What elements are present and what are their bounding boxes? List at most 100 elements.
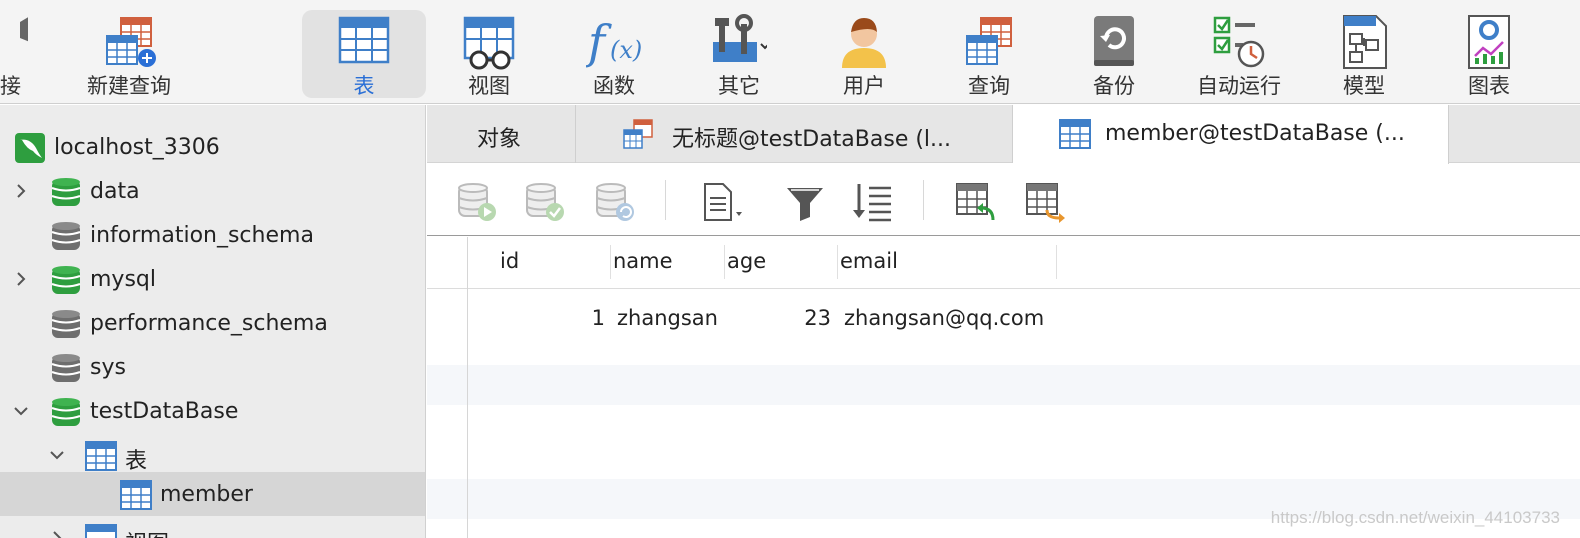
user-button[interactable]: 用户 (802, 10, 926, 98)
auto-run-button[interactable]: 自动运行 (1177, 10, 1301, 98)
tree-item-database[interactable]: data (0, 169, 425, 213)
filter-icon (787, 188, 823, 221)
user-icon (836, 14, 892, 70)
backup-icon (1086, 14, 1142, 70)
tree-label-database: data (90, 179, 140, 204)
cell-email[interactable]: zhangsan@qq.com (844, 306, 1044, 330)
table-toolbar (427, 164, 1580, 236)
new-query-label: 新建查询 (87, 74, 171, 98)
database-run-icon (458, 183, 496, 221)
view-icon (461, 14, 517, 70)
tree-label-database: testDataBase (90, 399, 239, 424)
object-tree-sidebar: localhost_3306 data information_schema m… (0, 105, 426, 538)
table-import-icon (956, 183, 995, 221)
tree-item-connection[interactable]: localhost_3306 (0, 125, 425, 169)
database-icon (50, 220, 82, 252)
tree-item-views-folder[interactable]: 视图 (0, 516, 425, 538)
row-gutter-divider (467, 237, 468, 538)
query-label: 查询 (968, 74, 1010, 98)
other-button[interactable]: 其它 (677, 10, 801, 98)
table-button[interactable]: 表 (302, 10, 426, 98)
database-icon (50, 308, 82, 340)
query-button[interactable]: 查询 (927, 10, 1051, 98)
table-row[interactable]: 1 zhangsan 23 zhangsan@qq.com (427, 300, 1580, 340)
tab-objects[interactable]: 对象 (427, 105, 576, 163)
column-divider[interactable] (724, 245, 725, 279)
auto-run-icon (1211, 14, 1267, 70)
tree-item-table-member[interactable]: member (0, 472, 425, 516)
table-export-icon (1026, 183, 1065, 223)
database-icon (50, 396, 82, 428)
export-button[interactable] (1023, 180, 1067, 224)
column-header-age[interactable]: age (727, 249, 766, 273)
database-rollback-icon (596, 183, 634, 221)
watermark: https://blog.csdn.net/weixin_44103733 (1270, 508, 1560, 527)
tree-item-tables-folder[interactable]: 表 (0, 433, 425, 477)
user-label: 用户 (843, 74, 885, 98)
chevron-down-icon[interactable] (48, 446, 66, 464)
tree-item-database[interactable]: mysql (0, 257, 425, 301)
backup-button[interactable]: 备份 (1052, 10, 1176, 98)
filter-button[interactable] (783, 180, 827, 224)
chart-button[interactable]: 图表 (1427, 10, 1551, 98)
sort-button[interactable] (851, 180, 895, 224)
database-icon (50, 176, 82, 208)
view-button[interactable]: 视图 (427, 10, 551, 98)
table-icon (85, 440, 117, 472)
column-header-email[interactable]: email (840, 249, 898, 273)
tree-label-database: performance_schema (90, 311, 328, 336)
tab-label: member@testDataBase (... (1105, 121, 1405, 146)
column-header-id[interactable]: id (500, 249, 519, 273)
tree-item-database[interactable]: testDataBase (0, 389, 425, 433)
connection-icon (0, 14, 28, 70)
function-icon: f (x) (586, 14, 642, 70)
grid-header: id name age email (427, 237, 1580, 289)
table-icon (336, 14, 392, 70)
query-icon (622, 118, 654, 150)
backup-label: 备份 (1093, 74, 1135, 98)
column-divider[interactable] (837, 245, 838, 279)
model-button[interactable]: 模型 (1302, 10, 1426, 98)
tab-member-table[interactable]: member@testDataBase (... (1013, 105, 1449, 164)
data-grid: id name age email 1 zhangsan 23 zhangsan… (427, 237, 1580, 538)
column-divider[interactable] (1056, 245, 1057, 279)
tree-label-database: mysql (90, 267, 156, 292)
tree-item-database[interactable]: information_schema (0, 213, 425, 257)
rollback-button[interactable] (593, 180, 637, 224)
connection-button[interactable]: 连接 (0, 10, 62, 98)
model-icon (1336, 14, 1392, 70)
tab-label: 无标题@testDataBase (l... (672, 127, 952, 152)
empty-row (427, 365, 1580, 405)
function-button[interactable]: f (x) 函数 (552, 10, 676, 98)
view-label: 视图 (468, 74, 510, 98)
import-button[interactable] (953, 180, 997, 224)
toolbar-divider (665, 180, 666, 220)
tree-label-database: information_schema (90, 223, 314, 248)
sort-icon (853, 184, 891, 222)
document-icon (704, 183, 742, 221)
mysql-connection-icon (14, 132, 46, 164)
tree-item-database[interactable]: performance_schema (0, 301, 425, 345)
tab-untitled-query[interactable]: 无标题@testDataBase (l... (576, 105, 1013, 163)
tree-label-database: sys (90, 355, 126, 380)
chevron-down-icon[interactable] (12, 402, 30, 420)
tools-icon (711, 14, 767, 70)
tab-label: 对象 (477, 127, 522, 152)
begin-transaction-button[interactable] (455, 180, 499, 224)
chevron-right-icon[interactable] (48, 529, 66, 538)
cell-age[interactable]: 23 (787, 306, 831, 330)
chevron-right-icon[interactable] (12, 270, 30, 288)
other-label: 其它 (718, 74, 760, 98)
commit-button[interactable] (523, 180, 567, 224)
text-view-button[interactable] (699, 180, 743, 224)
column-divider[interactable] (610, 245, 611, 279)
tree-item-database[interactable]: sys (0, 345, 425, 389)
new-query-button[interactable]: 新建查询 (67, 10, 191, 98)
column-header-name[interactable]: name (613, 249, 673, 273)
chart-label: 图表 (1468, 74, 1510, 98)
database-check-icon (526, 183, 564, 221)
cell-name[interactable]: zhangsan (617, 306, 718, 330)
view-icon (85, 523, 117, 538)
chevron-right-icon[interactable] (12, 182, 30, 200)
cell-id[interactable]: 1 (577, 306, 605, 330)
